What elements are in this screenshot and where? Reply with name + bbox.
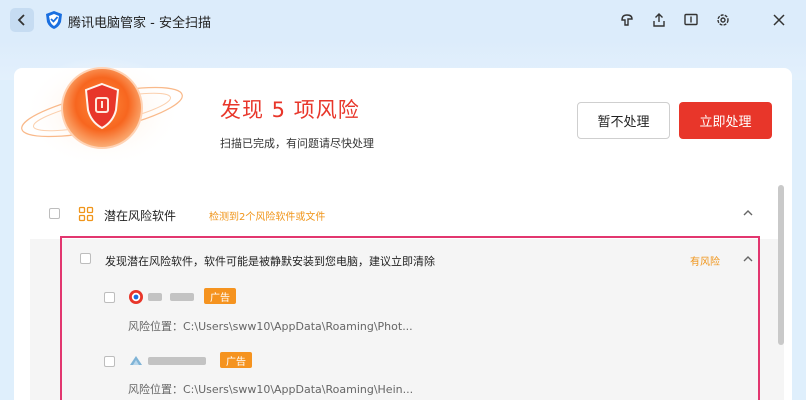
feedback-button[interactable] xyxy=(681,10,701,30)
section-checkbox[interactable] xyxy=(49,208,60,219)
skin-icon xyxy=(621,14,633,26)
group-title: 发现潜在风险软件，软件可能是被静默安装到您电脑，建议立即清除 xyxy=(105,255,435,268)
ignore-button[interactable]: 暂不处理 xyxy=(577,102,670,139)
section-detected-text: 检测到2个风险软件或文件 xyxy=(209,212,326,223)
risk-shield-orb-icon xyxy=(21,56,183,168)
item-checkbox[interactable] xyxy=(104,356,115,367)
section-title: 潜在风险软件 xyxy=(104,209,177,223)
chevron-up-icon[interactable] xyxy=(742,255,754,263)
app-icon xyxy=(129,290,143,304)
app-name-blurred xyxy=(148,357,206,365)
app-icon xyxy=(130,356,142,365)
feedback-icon xyxy=(684,13,698,26)
app-name-blurred xyxy=(148,293,162,301)
risk-path-text: 风险位置：C:\Users\sww10\AppData\Roaming\Hein… xyxy=(128,383,414,396)
risk-path-text: 风险位置：C:\Users\sww10\AppData\Roaming\Phot… xyxy=(128,320,413,333)
chevron-up-icon[interactable] xyxy=(742,209,754,217)
scan-status-text: 扫描已完成，有问题请尽快处理 xyxy=(220,137,374,150)
app-name-blurred xyxy=(170,293,194,301)
back-button[interactable] xyxy=(10,8,34,32)
settings-button[interactable] xyxy=(713,10,733,30)
window-title: 腾讯电脑管家 - 安全扫描 xyxy=(68,16,211,31)
close-button[interactable] xyxy=(769,10,789,30)
share-button[interactable] xyxy=(649,10,669,30)
skin-button[interactable] xyxy=(617,10,637,30)
item-checkbox[interactable] xyxy=(104,292,115,303)
share-icon xyxy=(653,13,665,27)
close-icon xyxy=(773,14,785,26)
tencent-pc-manager-logo-icon xyxy=(46,11,62,29)
scrollbar[interactable] xyxy=(778,185,784,345)
settings-icon xyxy=(717,14,729,26)
apps-grid-icon xyxy=(78,206,94,222)
fix-now-button[interactable]: 立即处理 xyxy=(679,102,772,139)
ad-badge: 广告 xyxy=(204,288,236,304)
group-risk-status: 有风险 xyxy=(690,257,720,268)
ad-badge: 广告 xyxy=(220,352,252,368)
risk-count-title: 发现 5 项风险 xyxy=(220,98,360,122)
group-checkbox[interactable] xyxy=(80,253,91,264)
back-icon xyxy=(17,14,25,26)
